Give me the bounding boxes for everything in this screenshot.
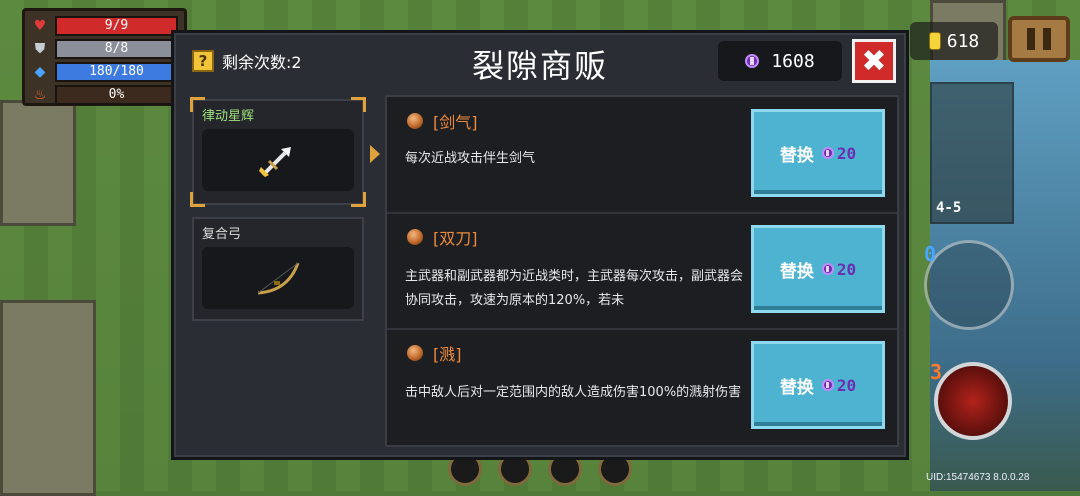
perk-name: [剑气] [433,113,478,132]
energy-stat: ◆ 180/180 [31,61,178,82]
weapon-name: 律动星辉 [202,109,255,124]
perk-name: [溅] [433,345,462,364]
weapon-image [202,247,354,309]
ammo-count: 0 [924,242,937,266]
crit-bar: 0% [55,84,178,105]
replace-button[interactable]: 替换 20 [751,109,885,197]
stone-wall [0,300,96,496]
close-button[interactable]: ✖ [852,39,896,83]
gem-icon [745,54,760,68]
perk-description: 主武器和副武器都为近战类时，主武器每次攻击，副武器会协同攻击，攻速为原本的120… [405,269,744,308]
rift-merchant-dialog: ? 剩余次数:2 裂隙商贩 1608 ✖ 律动星辉 复合弓 [剑气] 每次近战攻… [171,30,909,460]
replace-label: 替换 [779,261,814,282]
shield-icon: ⛊ [34,40,46,57]
perk-row: [剑气] 每次近战攻击伴生剑气 替换 20 [387,97,897,214]
replace-cost: 20 [821,143,857,163]
perk-orb-icon [407,229,423,245]
perk-description: 击中敌人后对一定范围内的敌人造成伤害100%的溅射伤害 [405,385,742,400]
gem-icon [821,147,834,159]
stone-wall [0,100,76,226]
crossbow-icon [259,147,291,177]
coin-counter: 618 [910,22,998,60]
replace-label: 替换 [779,377,814,398]
armor-bar: 8/8 [55,38,178,59]
weapon-name: 复合弓 [202,227,242,242]
armor-text: 8/8 [104,40,129,56]
pause-button[interactable] [1008,16,1070,62]
weapon-image [202,129,354,191]
cost-value: 20 [836,375,857,395]
skill-button[interactable] [934,362,1012,440]
cost-value: 20 [836,259,857,279]
perk-orb-icon [407,113,423,129]
coin-value: 618 [946,30,980,52]
perk-description: 每次近战攻击伴生剑气 [405,151,536,166]
crit-stat: ♨ 0% [31,84,178,105]
replace-button[interactable]: 替换 20 [751,225,885,313]
flame-icon: ♨ [33,86,47,103]
armor-stat: ⛊ 8/8 [31,38,178,59]
gem-value: 1608 [771,50,815,72]
hp-text: 9/9 [104,17,129,33]
gem-icon [821,263,834,275]
replace-cost: 20 [821,259,857,279]
bow-icon [257,262,300,295]
player-stats-panel: ♥ 9/9 ⛊ 8/8 ◆ 180/180 ♨ 0% [22,8,187,106]
uid-label: UID:15474673 8.0.0.28 [926,472,1030,483]
weapon-list: 律动星辉 复合弓 [186,95,380,445]
gem-counter: 1608 [718,41,842,81]
weapon-card-rhythm-starlight[interactable]: 律动星辉 [190,97,366,207]
replace-cost: 20 [821,375,857,395]
hp-stat: ♥ 9/9 [31,15,178,36]
heart-icon: ♥ [33,17,47,34]
cost-value: 20 [836,143,857,163]
perk-orb-icon [407,345,423,361]
gem-icon [821,379,834,391]
weapon-switch-button[interactable] [924,240,1014,330]
crit-text: 0% [108,86,125,102]
perk-list: [剑气] 每次近战攻击伴生剑气 替换 20 [双刀] 主武器和副武器都为近战类时… [385,95,899,447]
diamond-icon: ◆ [34,63,46,80]
energy-text: 180/180 [89,63,144,79]
replace-button[interactable]: 替换 20 [751,341,885,429]
perk-row: [双刀] 主武器和副武器都为近战类时，主武器每次攻击，副武器会协同攻击，攻速为原… [387,213,897,330]
perk-name: [双刀] [433,229,478,248]
coin-icon [928,32,941,50]
perk-row: [溅] 击中敌人后对一定范围内的敌人造成伤害100%的溅射伤害 替换 20 [387,329,897,444]
energy-bar: 180/180 [55,61,178,82]
weapon-card-compound-bow[interactable]: 复合弓 [192,217,364,321]
replace-label: 替换 [779,145,814,166]
dialog-header: ? 剩余次数:2 裂隙商贩 1608 ✖ [174,33,906,91]
skill-count: 3 [930,360,943,384]
hp-bar: 9/9 [55,15,178,36]
level-label: 4-5 [936,200,962,216]
selection-arrow-icon [370,145,380,163]
